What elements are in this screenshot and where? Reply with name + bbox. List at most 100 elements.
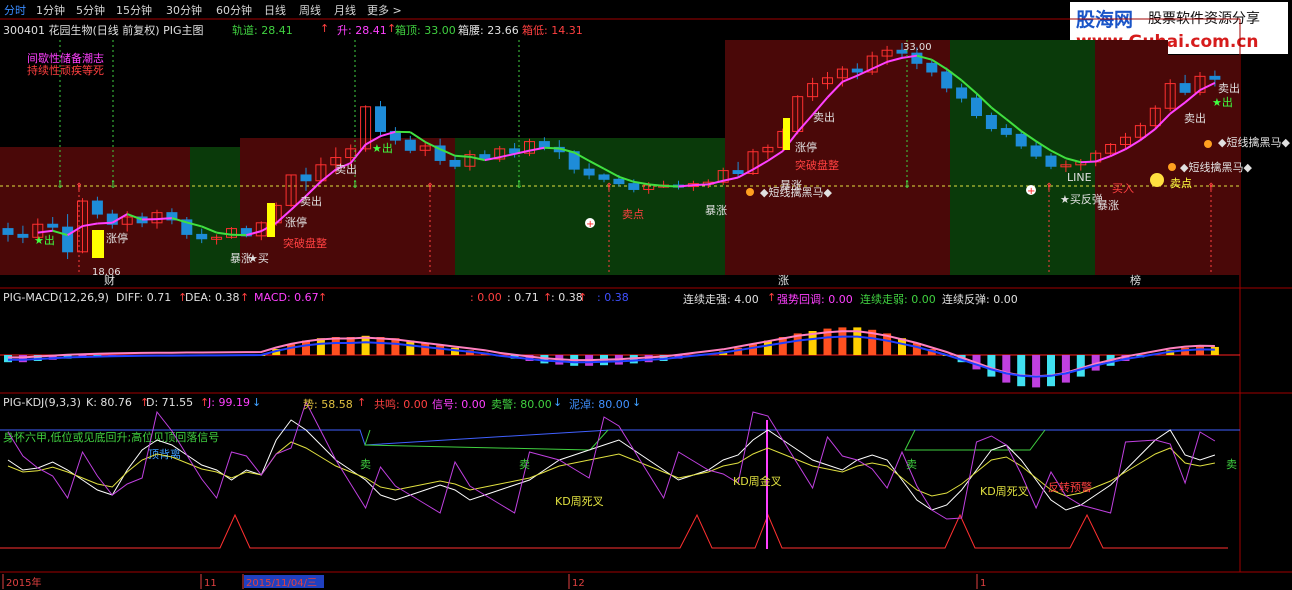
- main-marker-23: ◆短线擒黑马◆: [1180, 160, 1252, 174]
- macd-bar: [644, 355, 653, 363]
- down-arrow-icon: ⇓: [351, 180, 359, 191]
- candle-body: [956, 87, 968, 99]
- candle-body: [2, 228, 14, 235]
- candle-body: [300, 174, 312, 182]
- red-cross-icon: +: [586, 219, 594, 230]
- candle-body: [91, 200, 103, 215]
- macd-bar: [1032, 355, 1041, 388]
- candle-body: [17, 233, 29, 238]
- macd-stat-14: 强势回调: 0.00: [777, 293, 853, 306]
- main-note-2: 持续性顽疾等死: [27, 63, 104, 77]
- trend-line: [454, 154, 470, 158]
- candle-body: [62, 226, 74, 253]
- down-arrow-icon: ⇓: [109, 180, 117, 191]
- kdj-signal-3: 卖: [1226, 458, 1237, 471]
- candle-body: [1000, 128, 1012, 135]
- macd-stat-3: ↑: [240, 291, 250, 304]
- main-marker-7: 卖出: [335, 162, 357, 176]
- up-arrow-icon: ⇑: [1045, 182, 1053, 193]
- main-stat-0: 轨道: 28.41: [232, 24, 293, 37]
- macd-panel-title: PIG-MACD(12,26,9): [3, 291, 109, 304]
- macd-bar: [1210, 346, 1219, 355]
- macd-bar: [763, 340, 772, 355]
- kdj-stat-2: D: 71.55: [146, 396, 194, 409]
- macd-bar: [436, 345, 445, 355]
- candle-body: [911, 52, 923, 64]
- candle-body: [538, 141, 550, 148]
- kdj-stat-12: 泥淖: 80.00: [569, 398, 630, 411]
- main-stat-6: 箱低: 14.31: [522, 24, 583, 37]
- macd-bar: [406, 340, 415, 355]
- up-arrow-icon: ⇑: [426, 182, 434, 193]
- main-panel-title: 300401 花园生物(日线 前复权) PIG主图: [3, 24, 204, 37]
- high-price-label: 33.00: [903, 42, 932, 53]
- macd-bar: [4, 355, 12, 363]
- main-marker-22: 卖出: [1218, 81, 1240, 95]
- trend-line: [1080, 160, 1096, 164]
- macd-stat-16: 连续反弹: 0.00: [942, 293, 1018, 306]
- candle-body: [47, 223, 59, 228]
- time-axis-label-4: 1: [980, 578, 986, 589]
- kdj-stat-8: 共鸣: 0.00: [374, 398, 428, 411]
- macd-bar: [302, 340, 310, 355]
- macd-bar: [1196, 346, 1204, 355]
- down-arrow-icon: ⇓: [56, 180, 64, 191]
- candle-body: [196, 233, 208, 240]
- macd-stat-10: ↑: [578, 291, 588, 304]
- kdj-stat-11: ↓: [553, 396, 563, 409]
- macd-stat-15: 连续走弱: 0.00: [860, 293, 936, 306]
- kdj-stat-13: ↓: [632, 396, 642, 409]
- candle-body: [449, 159, 461, 167]
- time-axis-label-0: 2015年: [6, 576, 41, 589]
- macd-stat-6: : 0.00: [470, 291, 502, 304]
- trend-line: [544, 146, 560, 150]
- macd-bar: [749, 344, 757, 355]
- kdj-signal-5: KD周金叉: [733, 474, 782, 488]
- kdj-stat-7: ↑: [357, 396, 367, 409]
- main-marker-4: 涨停: [285, 215, 307, 229]
- kdj-stat-6: 势: 58.58: [303, 398, 353, 411]
- main-marker-9: 卖点: [622, 208, 644, 221]
- main-stat-5: 箱腰: 23.66: [458, 24, 519, 37]
- main-marker-16: LINE: [1067, 171, 1092, 184]
- macd-bar: [331, 337, 340, 355]
- macd-bar: [1017, 355, 1026, 387]
- macd-bar: [1002, 355, 1011, 383]
- main-marker-10: 暴涨: [705, 204, 727, 217]
- candle-body: [1045, 155, 1057, 167]
- main-marker-20: 卖出: [1184, 111, 1206, 125]
- main-marker-14: 卖出: [813, 110, 835, 124]
- macd-stat-0: DIFF: 0.71: [116, 291, 172, 304]
- main-marker-11: 涨停: [795, 140, 817, 154]
- kdj-signal-2: 卖: [906, 458, 917, 471]
- main-marker-21: ★出: [1212, 95, 1233, 109]
- up-arrow-icon: ⇑: [75, 182, 83, 193]
- candle-body: [985, 115, 997, 130]
- trend-zone-4: [510, 138, 725, 275]
- macd-stat-5: ↑: [318, 291, 328, 304]
- candle-body: [926, 62, 938, 73]
- main-marker-26: 财: [104, 273, 115, 287]
- kdj-green-ref: [364, 429, 1046, 451]
- d-line: [7, 441, 1215, 497]
- main-marker-3: 暴涨: [230, 252, 252, 265]
- kdj-signal-0: 卖: [360, 458, 371, 471]
- candle-body: [941, 71, 953, 89]
- main-note-1: 间歇性储备潮志: [27, 51, 104, 65]
- limit-up-bar-2: [783, 118, 790, 150]
- main-marker-27: 涨: [778, 274, 789, 287]
- candle-body: [732, 170, 744, 175]
- main-marker-24: ◆短线擒黑马◆: [1218, 135, 1290, 149]
- candle-body: [1030, 145, 1042, 157]
- trend-line: [156, 217, 172, 221]
- kdj-signal-7: 反转预警: [1048, 480, 1092, 494]
- candle-body: [628, 183, 640, 190]
- main-marker-25: 卖点: [1170, 177, 1192, 190]
- kdj-stat-9: 信号: 0.00: [432, 398, 486, 411]
- orange-dot-icon: [746, 188, 754, 196]
- main-marker-1: 涨停: [106, 231, 128, 245]
- macd-stat-7: : 0.71: [507, 291, 539, 304]
- main-marker-28: 榜: [1130, 273, 1141, 287]
- kdj-signal-1: 卖: [519, 458, 530, 471]
- orange-dot-icon: [1168, 163, 1176, 171]
